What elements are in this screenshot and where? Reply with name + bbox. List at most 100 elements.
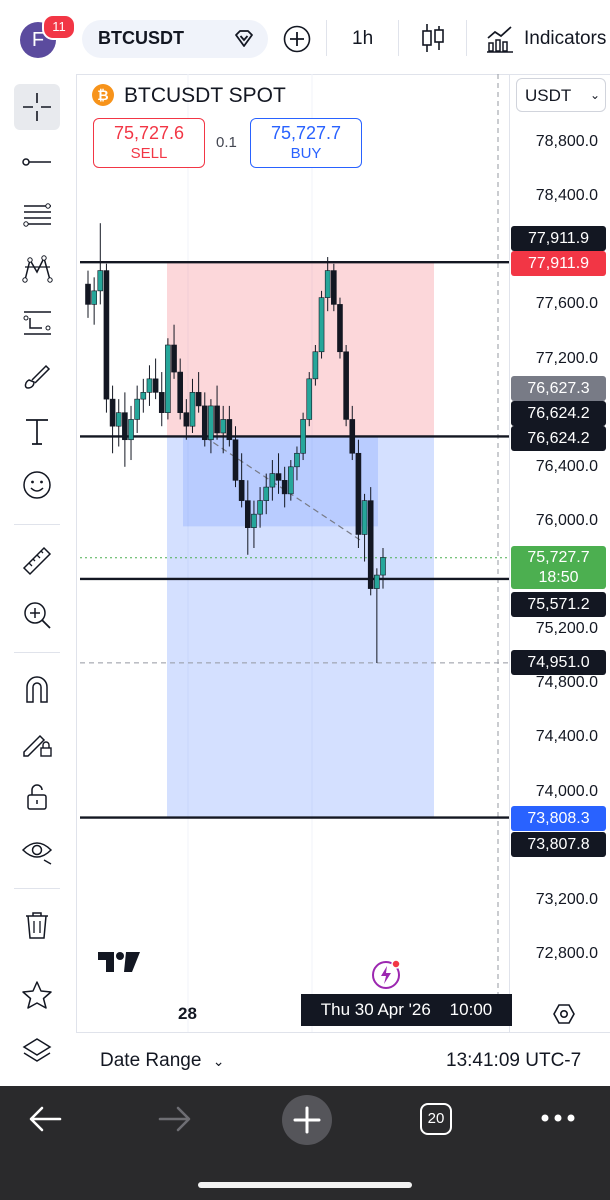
candle xyxy=(140,378,147,413)
object-tree-tool[interactable] xyxy=(14,1028,60,1074)
bitcoin-icon: ₿ xyxy=(92,84,114,106)
forecast-icon xyxy=(23,311,51,335)
price-tick-label: 77,200.0 xyxy=(535,349,598,367)
separator xyxy=(326,20,327,56)
settings-icon[interactable] xyxy=(552,1002,576,1026)
candle-body xyxy=(232,439,239,481)
candle xyxy=(122,392,128,467)
home-indicator xyxy=(198,1182,412,1188)
spread-value: 0.1 xyxy=(216,134,237,151)
candle-body xyxy=(226,419,233,441)
price-tick-label: 73,200.0 xyxy=(535,890,598,908)
candles-chart-type-icon[interactable] xyxy=(420,22,446,54)
candle-body xyxy=(275,473,282,481)
chart-title: BTCUSDT SPOT xyxy=(124,84,286,107)
price-tick-label: 76,400.0 xyxy=(535,457,598,475)
pattern-tool[interactable] xyxy=(14,246,60,292)
text-icon xyxy=(26,419,48,445)
lock-drawings-tool[interactable] xyxy=(14,720,60,766)
candle-body xyxy=(349,419,356,454)
date-range-button[interactable]: Date Range ⌄ xyxy=(100,1050,224,1072)
forecast-tool[interactable] xyxy=(14,300,60,346)
zoom-in-icon xyxy=(24,602,51,629)
magnet-tool[interactable] xyxy=(14,666,60,712)
indicators-icon[interactable] xyxy=(485,24,515,54)
candle xyxy=(128,405,134,461)
notification-badge: 11 xyxy=(42,14,76,40)
separator xyxy=(466,20,467,56)
brush-tool[interactable] xyxy=(14,354,60,400)
price-tag-entry-line: 76,624.2 xyxy=(511,401,606,426)
price-tag-target-line: 77,911.9 xyxy=(511,226,606,251)
candle xyxy=(134,385,140,433)
candle-body xyxy=(331,270,337,305)
visibility-tool[interactable] xyxy=(14,828,60,874)
unlock-icon xyxy=(27,784,47,810)
candle-body xyxy=(152,378,159,393)
timezone-clock[interactable]: 13:41:09 UTC-7 xyxy=(446,1050,581,1072)
interval-button[interactable]: 1h xyxy=(352,28,373,50)
candle-body xyxy=(269,473,276,488)
back-arrow-icon[interactable] xyxy=(26,1104,64,1134)
candle xyxy=(109,385,116,454)
price-tag-target: 77,911.9 xyxy=(511,251,606,276)
lightning-icon[interactable] xyxy=(370,958,402,990)
new-tab-icon[interactable] xyxy=(281,1094,333,1146)
candle-body xyxy=(189,392,196,427)
position-zones xyxy=(167,262,434,818)
candle-body xyxy=(374,574,380,589)
price-tag-gray: 76,627.3 xyxy=(511,376,606,401)
candle-body xyxy=(214,405,220,434)
candle-body xyxy=(97,270,104,292)
chevron-down-icon: ⌄ xyxy=(590,88,601,102)
sell-button[interactable]: 75,727.6 SELL xyxy=(93,118,205,168)
emoji-tool[interactable] xyxy=(14,462,60,508)
candle-body xyxy=(312,351,319,380)
separator xyxy=(398,20,399,56)
lock-all-tool[interactable] xyxy=(14,774,60,820)
price-tag-last: 75,727.7 18:50 xyxy=(511,546,606,589)
text-tool[interactable] xyxy=(14,408,60,454)
candle-body xyxy=(208,405,214,441)
candle-body xyxy=(281,480,288,495)
trend-line-tool[interactable] xyxy=(14,138,60,184)
chevron-down-icon: ⌄ xyxy=(212,1053,225,1069)
favorites-tool[interactable] xyxy=(14,972,60,1018)
price-chart[interactable] xyxy=(80,74,510,1032)
candle xyxy=(318,290,325,359)
buy-button[interactable]: 75,727.7 BUY xyxy=(250,118,362,168)
tabs-button[interactable]: 20 xyxy=(420,1103,452,1135)
candle-body xyxy=(201,405,208,441)
candle xyxy=(343,345,349,427)
tradingview-logo xyxy=(98,952,140,972)
remove-drawings-tool[interactable] xyxy=(14,902,60,948)
candle xyxy=(355,439,362,548)
candle xyxy=(85,270,91,318)
price-tick-label: 75,200.0 xyxy=(535,620,598,638)
forward-arrow-icon[interactable] xyxy=(156,1104,194,1134)
candle xyxy=(115,399,122,447)
measure-tool[interactable] xyxy=(14,538,60,584)
price-tag-stop-line: 73,807.8 xyxy=(511,832,606,857)
diamond-icon[interactable] xyxy=(232,27,256,51)
sell-label: SELL xyxy=(130,145,168,162)
candle-body xyxy=(134,398,140,420)
price-tick-label: 78,800.0 xyxy=(535,133,598,150)
zoom-tool[interactable] xyxy=(14,592,60,638)
smiley-icon xyxy=(23,471,51,499)
more-options-icon[interactable] xyxy=(540,1112,576,1124)
brush-icon xyxy=(24,364,51,389)
pattern-icon xyxy=(22,255,53,283)
add-symbol-icon[interactable] xyxy=(282,24,312,54)
candle-body xyxy=(343,351,349,420)
candle-body xyxy=(337,304,343,353)
candle-body xyxy=(195,392,202,407)
fib-tool[interactable] xyxy=(14,192,60,238)
candle-body xyxy=(158,392,165,413)
candle-body xyxy=(165,344,171,413)
price-tag-stop: 73,808.3 xyxy=(511,806,606,831)
crosshair-time-label: Thu 30 Apr '26 10:00 xyxy=(301,994,512,1026)
crosshair-tool[interactable] xyxy=(14,84,60,130)
candle-body xyxy=(361,500,368,535)
indicators-button[interactable]: Indicators xyxy=(524,28,606,50)
